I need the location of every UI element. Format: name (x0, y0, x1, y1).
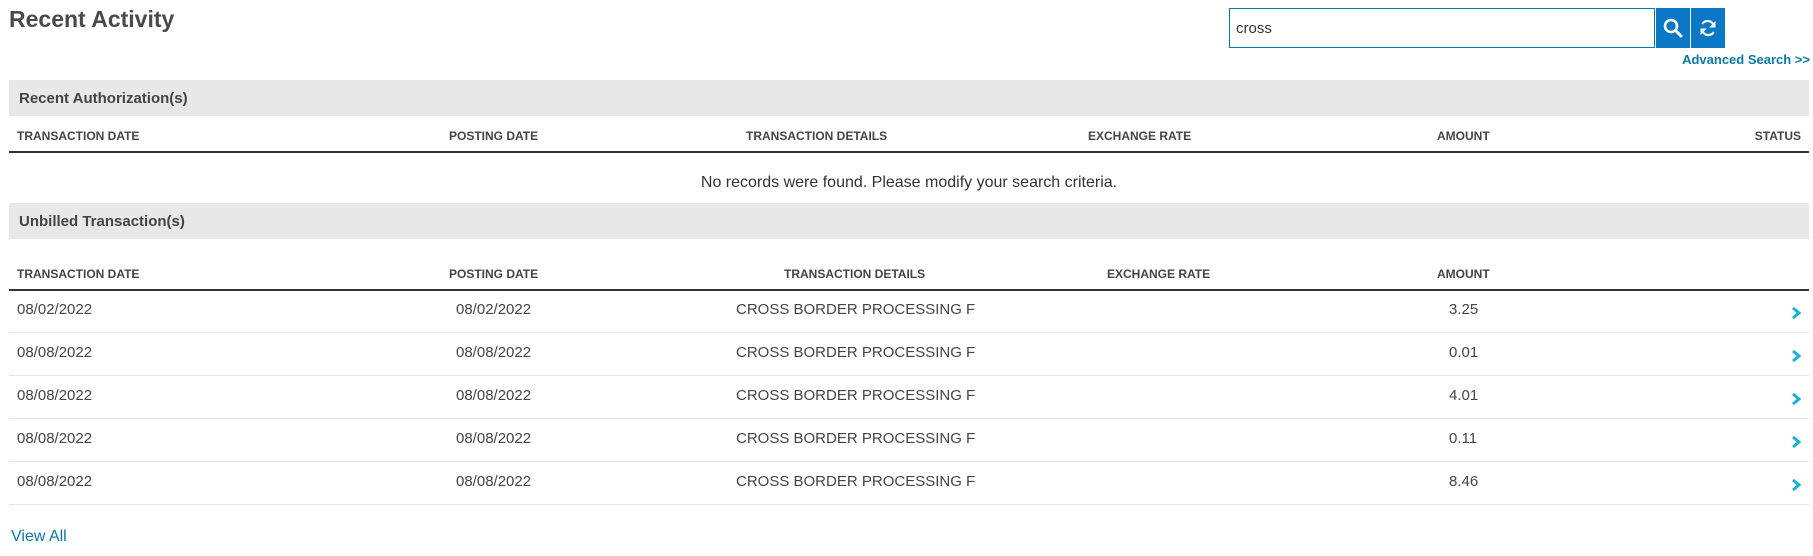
refresh-button[interactable] (1690, 8, 1726, 48)
transaction-date: 08/02/2022 (17, 301, 93, 318)
transaction-date: 08/08/2022 (17, 344, 93, 361)
amount: 0.01 (1449, 344, 1479, 361)
section-title: Recent Authorization(s) (19, 89, 188, 107)
transaction-row[interactable]: 08/08/2022 08/08/2022 CROSS BORDER PROCE… (9, 375, 1809, 419)
column-header: POSTING DATE (449, 129, 539, 143)
transaction-details: CROSS BORDER PROCESSING F (736, 473, 976, 490)
amount: 0.11 (1449, 430, 1478, 447)
column-header: AMOUNT (1437, 267, 1490, 281)
section-title: Unbilled Transaction(s) (19, 212, 185, 230)
empty-message: No records were found. Please modify you… (700, 174, 1118, 191)
unbilled-header-row: TRANSACTION DATE POSTING DATE TRANSACTIO… (9, 253, 1809, 291)
search-icon (1663, 18, 1683, 38)
amount: 8.46 (1449, 473, 1479, 490)
search-input[interactable] (1229, 8, 1655, 48)
view-all-link[interactable]: View All (11, 528, 67, 546)
unbilled-transactions-section: Unbilled Transaction(s) (9, 203, 1809, 239)
column-header: STATUS (1754, 129, 1801, 143)
advanced-search-link[interactable]: Advanced Search >> (1682, 52, 1810, 67)
transaction-row[interactable]: 08/08/2022 08/08/2022 CROSS BORDER PROCE… (9, 418, 1809, 462)
chevron-right-icon[interactable] (1789, 305, 1803, 321)
column-header: TRANSACTION DATE (17, 267, 140, 281)
authorizations-header-row: TRANSACTION DATE POSTING DATE TRANSACTIO… (9, 115, 1809, 153)
page-title: Recent Activity (9, 6, 175, 32)
column-header: EXCHANGE RATE (1088, 129, 1192, 143)
transaction-date: 08/08/2022 (17, 430, 93, 447)
refresh-icon (1700, 19, 1716, 37)
chevron-right-icon[interactable] (1789, 477, 1803, 493)
transaction-date: 08/08/2022 (17, 473, 93, 490)
posting-date: 08/08/2022 (456, 473, 532, 490)
column-header: POSTING DATE (449, 267, 539, 281)
posting-date: 08/02/2022 (456, 301, 532, 318)
search-button[interactable] (1655, 8, 1690, 48)
chevron-right-icon[interactable] (1789, 348, 1803, 364)
transaction-row[interactable]: 08/08/2022 08/08/2022 CROSS BORDER PROCE… (9, 332, 1809, 376)
transaction-details: CROSS BORDER PROCESSING F (736, 344, 976, 361)
transaction-details: CROSS BORDER PROCESSING F (736, 387, 976, 404)
transaction-date: 08/08/2022 (17, 387, 93, 404)
column-header: TRANSACTION DETAILS (746, 129, 888, 143)
recent-activity-page: Recent Activity Advanced Search >> Recen… (0, 0, 1813, 556)
column-header: TRANSACTION DATE (17, 129, 140, 143)
search-box (1229, 8, 1726, 48)
column-header: AMOUNT (1437, 129, 1490, 143)
recent-authorizations-section: Recent Authorization(s) (9, 80, 1809, 116)
column-header: EXCHANGE RATE (1107, 267, 1211, 281)
transaction-details: CROSS BORDER PROCESSING F (736, 301, 976, 318)
amount: 4.01 (1449, 387, 1479, 404)
chevron-right-icon[interactable] (1789, 434, 1803, 450)
amount: 3.25 (1449, 301, 1479, 318)
transaction-details: CROSS BORDER PROCESSING F (736, 430, 976, 447)
posting-date: 08/08/2022 (456, 430, 532, 447)
transaction-row[interactable]: 08/02/2022 08/02/2022 CROSS BORDER PROCE… (9, 289, 1809, 333)
posting-date: 08/08/2022 (456, 387, 532, 404)
chevron-right-icon[interactable] (1789, 391, 1803, 407)
transaction-row[interactable]: 08/08/2022 08/08/2022 CROSS BORDER PROCE… (9, 461, 1809, 505)
posting-date: 08/08/2022 (456, 344, 532, 361)
column-header: TRANSACTION DETAILS (784, 267, 926, 281)
